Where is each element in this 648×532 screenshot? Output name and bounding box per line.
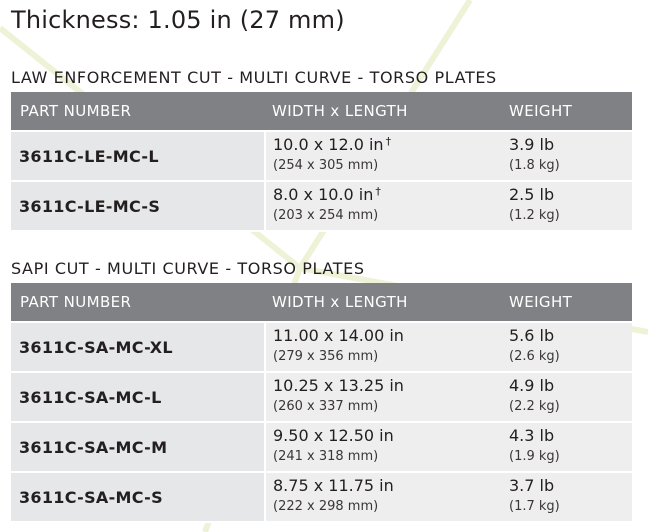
dagger-footnote-mark: † bbox=[385, 135, 392, 148]
dimensions-cell: 10.25 x 13.25 in (260 x 337 mm) bbox=[265, 372, 502, 423]
weight-kg: (1.8 kg) bbox=[509, 158, 560, 173]
table-row: 3611C-SA-MC-M 9.50 x 12.50 in (241 x 318… bbox=[11, 422, 632, 473]
weight-lb: 2.5 lb bbox=[509, 185, 555, 204]
header-weight: WEIGHT bbox=[502, 92, 632, 132]
dimensions-in: 8.75 x 11.75 in bbox=[273, 476, 394, 495]
dimensions-mm: (222 x 298 mm) bbox=[273, 499, 379, 514]
dimensions-cell: 8.0 x 10.0 in † (203 x 254 mm) bbox=[265, 181, 502, 232]
spec-table-law-enforcement: PART NUMBER WIDTH x LENGTH WEIGHT 3611C-… bbox=[11, 92, 632, 232]
dimensions-cell: 9.50 x 12.50 in (241 x 318 mm) bbox=[265, 422, 502, 473]
dimensions-in: 9.50 x 12.50 in bbox=[273, 426, 394, 445]
weight-kg: (2.6 kg) bbox=[509, 349, 560, 364]
header-width-length: WIDTH x LENGTH bbox=[265, 283, 502, 323]
header-weight: WEIGHT bbox=[502, 283, 632, 323]
part-number: 3611C-SA-MC-L bbox=[11, 372, 266, 423]
dimensions-in: 10.25 x 13.25 in bbox=[273, 376, 404, 395]
table-row: 3611C-LE-MC-L 10.0 x 12.0 in † (254 x 305… bbox=[11, 131, 632, 182]
weight-cell: 3.9 lb (1.8 kg) bbox=[502, 131, 632, 182]
weight-kg: (1.2 kg) bbox=[509, 208, 560, 223]
part-number: 3611C-SA-MC-S bbox=[11, 472, 266, 523]
header-part-number: PART NUMBER bbox=[11, 283, 265, 323]
dimensions-cell: 10.0 x 12.0 in † (254 x 305 mm) bbox=[265, 131, 502, 182]
header-width-length: WIDTH x LENGTH bbox=[265, 92, 502, 132]
dimensions-mm: (203 x 254 mm) bbox=[273, 208, 379, 223]
weight-cell: 5.6 lb (2.6 kg) bbox=[502, 322, 632, 373]
weight-lb: 3.7 lb bbox=[509, 476, 555, 495]
section-title-law-enforcement: LAW ENFORCEMENT CUT - MULTI CURVE - TORS… bbox=[11, 68, 497, 87]
part-number: 3611C-LE-MC-L bbox=[11, 131, 266, 182]
dagger-footnote-mark: † bbox=[375, 185, 381, 198]
part-number: 3611C-SA-MC-XL bbox=[11, 322, 266, 373]
dimensions-in: 8.0 x 10.0 in † bbox=[273, 185, 502, 205]
dimensions-cell: 8.75 x 11.75 in (222 x 298 mm) bbox=[265, 472, 502, 523]
weight-kg: (1.7 kg) bbox=[509, 499, 560, 514]
dimensions-mm: (279 x 356 mm) bbox=[273, 349, 379, 364]
dimensions-cell: 11.00 x 14.00 in (279 x 356 mm) bbox=[265, 322, 502, 373]
dimensions-in: 10.0 x 12.0 in † bbox=[273, 135, 502, 155]
section-title-sapi: SAPI CUT - MULTI CURVE - TORSO PLATES bbox=[11, 259, 365, 278]
dimensions-mm: (254 x 305 mm) bbox=[273, 158, 379, 173]
spec-table-sapi: PART NUMBER WIDTH x LENGTH WEIGHT 3611C-… bbox=[11, 283, 632, 523]
dimensions-in: 11.00 x 14.00 in bbox=[273, 326, 404, 345]
weight-lb: 4.9 lb bbox=[509, 376, 555, 395]
table-row: 3611C-SA-MC-XL 11.00 x 14.00 in (279 x 3… bbox=[11, 322, 632, 373]
weight-lb: 4.3 lb bbox=[509, 426, 555, 445]
part-number: 3611C-SA-MC-M bbox=[11, 422, 266, 473]
weight-lb: 3.9 lb bbox=[509, 135, 555, 154]
weight-cell: 2.5 lb (1.2 kg) bbox=[502, 181, 632, 232]
weight-kg: (2.2 kg) bbox=[509, 399, 560, 414]
header-part-number: PART NUMBER bbox=[11, 92, 265, 132]
page-title: Thickness: 1.05 in (27 mm) bbox=[11, 6, 345, 34]
table-row: 3611C-LE-MC-S 8.0 x 10.0 in † (203 x 254 … bbox=[11, 181, 632, 232]
dimensions-mm: (241 x 318 mm) bbox=[273, 449, 379, 464]
table-row: 3611C-SA-MC-L 10.25 x 13.25 in (260 x 33… bbox=[11, 372, 632, 423]
weight-kg: (1.9 kg) bbox=[509, 449, 560, 464]
weight-cell: 4.9 lb (2.2 kg) bbox=[502, 372, 632, 423]
weight-cell: 3.7 lb (1.7 kg) bbox=[502, 472, 632, 523]
weight-cell: 4.3 lb (1.9 kg) bbox=[502, 422, 632, 473]
dimensions-in-value: 10.0 x 12.0 in bbox=[273, 135, 384, 154]
weight-lb: 5.6 lb bbox=[509, 326, 555, 345]
dimensions-in-value: 8.0 x 10.0 in bbox=[273, 185, 374, 204]
dimensions-mm: (260 x 337 mm) bbox=[273, 399, 379, 414]
part-number: 3611C-LE-MC-S bbox=[11, 181, 266, 232]
table-header-row: PART NUMBER WIDTH x LENGTH WEIGHT bbox=[11, 283, 632, 323]
table-row: 3611C-SA-MC-S 8.75 x 11.75 in (222 x 298… bbox=[11, 472, 632, 523]
table-header-row: PART NUMBER WIDTH x LENGTH WEIGHT bbox=[11, 92, 632, 132]
